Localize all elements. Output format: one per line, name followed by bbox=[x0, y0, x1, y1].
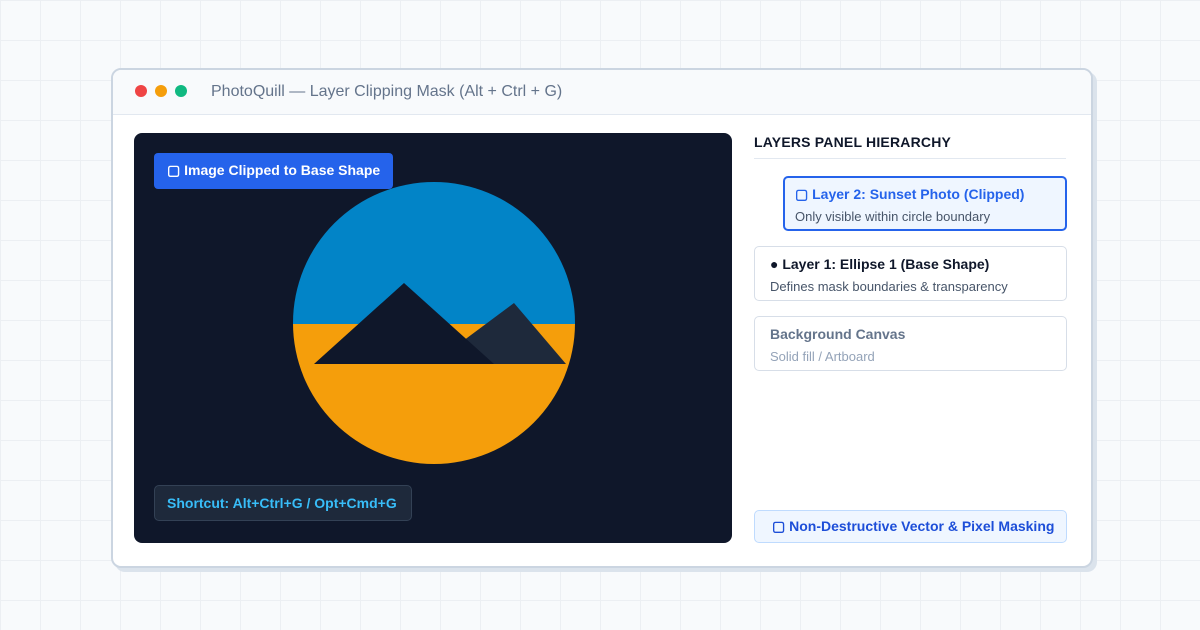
sky-region bbox=[293, 182, 575, 325]
window-title: PhotoQuill — Layer Clipping Mask (Alt + … bbox=[211, 83, 563, 100]
title-bar: PhotoQuill — Layer Clipping Mask (Alt + … bbox=[113, 70, 1091, 115]
maximize-window-button[interactable] bbox=[175, 85, 187, 97]
minimize-window-button[interactable] bbox=[155, 85, 167, 97]
clipped-image-preview bbox=[293, 182, 575, 464]
layer-name: Background Canvas bbox=[770, 326, 906, 342]
layer-name: ● Layer 1: Ellipse 1 (Base Shape) bbox=[770, 256, 990, 272]
close-window-button[interactable] bbox=[135, 85, 147, 97]
shortcut-hint: Shortcut: Alt+Ctrl+G / Opt+Cmd+G bbox=[154, 485, 412, 521]
layer-description: Only visible within circle boundary bbox=[795, 209, 991, 224]
layer-item-sunset-photo[interactable]: ▢ Layer 2: Sunset Photo (Clipped) Only v… bbox=[783, 176, 1067, 231]
layer-description: Solid fill / Artboard bbox=[770, 349, 875, 364]
layer-item-background[interactable]: Background Canvas Solid fill / Artboard bbox=[754, 316, 1067, 371]
clip-status-badge: ▢ Image Clipped to Base Shape bbox=[154, 153, 394, 189]
masking-info-badge: ▢ Non-Destructive Vector & Pixel Masking bbox=[754, 510, 1067, 543]
layer-name: ▢ Layer 2: Sunset Photo (Clipped) bbox=[795, 186, 1025, 202]
artboard-canvas[interactable]: ▢ Image Clipped to Base Shape Shortcut: … bbox=[134, 133, 732, 543]
layer-item-ellipse[interactable]: ● Layer 1: Ellipse 1 (Base Shape) Define… bbox=[754, 246, 1067, 301]
app-window: PhotoQuill — Layer Clipping Mask (Alt + … bbox=[111, 68, 1093, 568]
layer-description: Defines mask boundaries & transparency bbox=[770, 279, 1008, 294]
layers-panel-title: LAYERS PANEL HIERARCHY bbox=[754, 134, 1066, 159]
